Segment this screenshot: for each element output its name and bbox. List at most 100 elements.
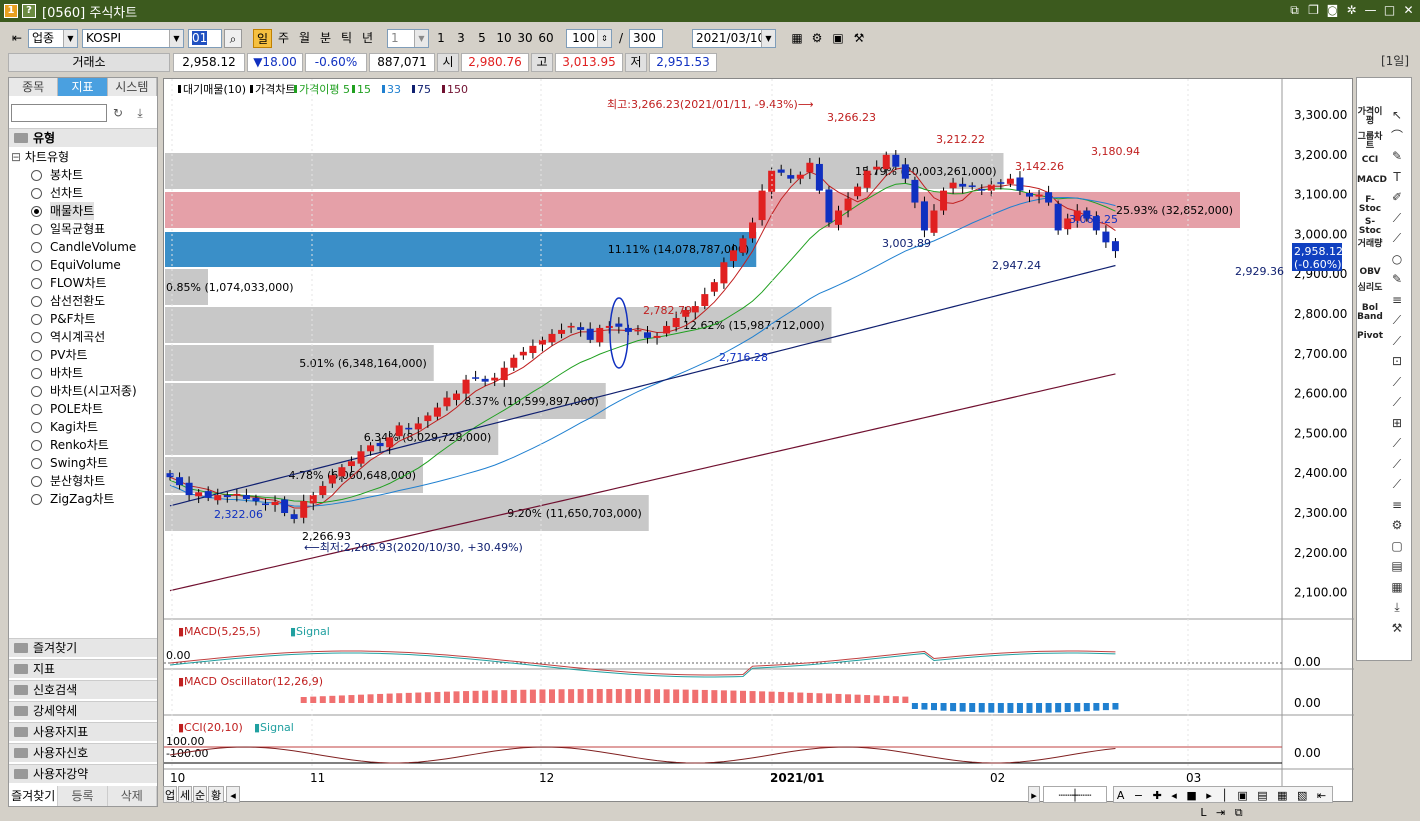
radio-icon[interactable] bbox=[31, 385, 42, 397]
settings-icon[interactable]: ✲ bbox=[1344, 3, 1359, 18]
help-icon[interactable]: ? bbox=[22, 4, 36, 18]
refresh-icon[interactable]: ↻ bbox=[109, 104, 127, 122]
radio-icon[interactable] bbox=[31, 169, 42, 181]
indicator-shortcut[interactable]: Pivot bbox=[1357, 332, 1383, 341]
section-item[interactable]: 사용자신호 bbox=[9, 743, 157, 762]
drawing-tool-icon[interactable]: ○ bbox=[1387, 250, 1407, 268]
indicator-shortcut[interactable]: CCI bbox=[1357, 156, 1383, 165]
bottom-tab-order[interactable]: 순 bbox=[193, 786, 207, 803]
favorites-tab[interactable]: 즐겨찾기 bbox=[9, 786, 59, 806]
drawing-tool-icon[interactable]: ▦ bbox=[1387, 578, 1407, 596]
drawing-tool-icon[interactable]: ⊡ bbox=[1387, 352, 1407, 370]
period-day[interactable]: 일 bbox=[253, 29, 272, 48]
indicator-shortcut[interactable]: 거래량 bbox=[1357, 240, 1383, 249]
drawing-tool-icon[interactable]: ⟋ bbox=[1387, 332, 1407, 350]
chart-type-option[interactable]: 분산형차트 bbox=[31, 472, 105, 490]
mult-5[interactable]: 5 bbox=[474, 29, 490, 48]
prev-symbol-icon[interactable]: ⇤ bbox=[8, 29, 26, 48]
drawing-tool-icon[interactable]: ↖ bbox=[1387, 106, 1407, 124]
chevron-down-icon[interactable]: ▼ bbox=[414, 30, 428, 47]
scroll-right-icon[interactable]: ▸ bbox=[1028, 786, 1040, 803]
radio-icon[interactable] bbox=[31, 349, 42, 361]
indicator-shortcut[interactable]: S-Stoc bbox=[1357, 218, 1383, 236]
drawing-tool-icon[interactable]: ⊞ bbox=[1387, 414, 1407, 432]
save-icon[interactable]: ▣ bbox=[829, 29, 847, 48]
chart-type-option[interactable]: 삼선전환도 bbox=[31, 292, 105, 310]
section-item[interactable]: 지표 bbox=[9, 659, 157, 678]
chart-type-option[interactable]: 바차트 bbox=[31, 364, 83, 382]
drawing-tool-icon[interactable]: ⟋ bbox=[1387, 434, 1407, 452]
radio-icon[interactable] bbox=[31, 493, 42, 505]
symbol-input[interactable]: KOSPI ▼ bbox=[82, 29, 184, 48]
period-week[interactable]: 주 bbox=[274, 29, 293, 48]
indicator-shortcut[interactable]: 그룹차트 bbox=[1357, 133, 1383, 151]
chart-type-option[interactable]: ZigZag차트 bbox=[31, 490, 114, 508]
stepper-icon[interactable]: ⇕ bbox=[597, 30, 611, 47]
date-select[interactable]: 2021/03/10 ▼ bbox=[692, 29, 776, 48]
indicator-shortcut[interactable]: 가격이평 bbox=[1357, 108, 1383, 126]
drawing-tool-icon[interactable]: ⤓ bbox=[1387, 598, 1407, 616]
tools-icon[interactable]: ⚒ bbox=[850, 29, 868, 48]
drawing-tool-icon[interactable]: ✐ bbox=[1387, 188, 1407, 206]
section-item[interactable]: 즐겨찾기 bbox=[9, 638, 157, 657]
drawing-tool-icon[interactable]: ⟋ bbox=[1387, 475, 1407, 493]
delete-button[interactable]: 삭제 bbox=[107, 786, 157, 806]
chart-type-option[interactable]: Kagi차트 bbox=[31, 418, 98, 436]
total-input[interactable]: 300 bbox=[629, 29, 663, 48]
period-tick[interactable]: 틱 bbox=[337, 29, 356, 48]
drawing-tool-icon[interactable]: ⌒ bbox=[1387, 127, 1407, 145]
chart-type-option[interactable]: 바차트(시고저종) bbox=[31, 382, 137, 400]
bottom-tab-status[interactable]: 황 bbox=[208, 786, 224, 803]
bottom-tab-detail[interactable]: 세 bbox=[178, 786, 192, 803]
drawing-tool-icon[interactable]: ⟋ bbox=[1387, 209, 1407, 227]
tab-system[interactable]: 시스템 bbox=[107, 78, 157, 96]
radio-icon[interactable] bbox=[31, 241, 42, 253]
section-item[interactable]: 사용자강약 bbox=[9, 764, 157, 783]
chart-type-option[interactable]: P&F차트 bbox=[31, 310, 96, 328]
drawing-tool-icon[interactable]: ⟋ bbox=[1387, 455, 1407, 473]
nav-controls[interactable]: A − ✚ ◂ ■ ▸ │ ▣ ▤ ▦ ▧ ⇤ L ⇥ ⧉ bbox=[1113, 786, 1333, 819]
drawing-tool-icon[interactable]: ⚙ bbox=[1387, 516, 1407, 534]
indicator-search-input[interactable] bbox=[11, 104, 107, 122]
maximize-icon[interactable]: □ bbox=[1382, 3, 1397, 18]
mult-1[interactable]: 1 bbox=[433, 29, 449, 48]
drawing-tool-icon[interactable]: ✎ bbox=[1387, 270, 1407, 288]
search-icon[interactable]: ⌕ bbox=[224, 29, 242, 48]
chart-type-option[interactable]: CandleVolume bbox=[31, 238, 136, 256]
link-icon[interactable]: ⧉ bbox=[1287, 3, 1302, 18]
drawing-tool-icon[interactable]: ⟋ bbox=[1387, 393, 1407, 411]
drawing-tool-icon[interactable]: ⟋ bbox=[1387, 311, 1407, 329]
chart-type-option[interactable]: 매물차트 bbox=[31, 202, 95, 220]
download-icon[interactable]: ⤓ bbox=[131, 104, 149, 122]
chart-type-option[interactable]: 일목균형표 bbox=[31, 220, 105, 238]
chart-type-option[interactable]: Swing차트 bbox=[31, 454, 108, 472]
chart-icon[interactable]: ▦ bbox=[788, 29, 806, 48]
drawing-tool-icon[interactable]: ≡ bbox=[1387, 291, 1407, 309]
chart-type-option[interactable]: PV차트 bbox=[31, 346, 88, 364]
chart-type-option[interactable]: EquiVolume bbox=[31, 256, 121, 274]
gear-icon[interactable]: ⚙ bbox=[808, 29, 826, 48]
radio-icon[interactable] bbox=[31, 313, 42, 325]
chart-type-option[interactable]: POLE차트 bbox=[31, 400, 103, 418]
indicator-shortcut[interactable]: F-Stoc bbox=[1357, 196, 1383, 214]
radio-icon[interactable] bbox=[31, 367, 42, 379]
chart-type-option[interactable]: 봉차트 bbox=[31, 166, 83, 184]
radio-icon[interactable] bbox=[31, 223, 42, 235]
chevron-down-icon[interactable]: ▼ bbox=[169, 30, 183, 47]
drawing-tool-icon[interactable]: ▤ bbox=[1387, 557, 1407, 575]
mult-10[interactable]: 10 bbox=[494, 29, 514, 48]
mult-30[interactable]: 30 bbox=[515, 29, 535, 48]
radio-icon[interactable] bbox=[31, 331, 42, 343]
section-item[interactable]: 신호검색 bbox=[9, 680, 157, 699]
mult-60[interactable]: 60 bbox=[536, 29, 556, 48]
period-month[interactable]: 월 bbox=[295, 29, 314, 48]
drawing-tool-icon[interactable]: ⟋ bbox=[1387, 373, 1407, 391]
drawing-tool-icon[interactable]: T bbox=[1387, 168, 1407, 186]
chart-type-option[interactable]: FLOW차트 bbox=[31, 274, 107, 292]
register-button[interactable]: 등록 bbox=[58, 786, 108, 806]
code-input[interactable]: 01 bbox=[188, 29, 222, 48]
bottom-tab-industry[interactable]: 업 bbox=[163, 786, 177, 803]
count-stepper[interactable]: 100 ⇕ bbox=[566, 29, 612, 48]
radio-icon[interactable] bbox=[31, 277, 42, 289]
copy-icon[interactable]: ❐ bbox=[1306, 3, 1321, 18]
